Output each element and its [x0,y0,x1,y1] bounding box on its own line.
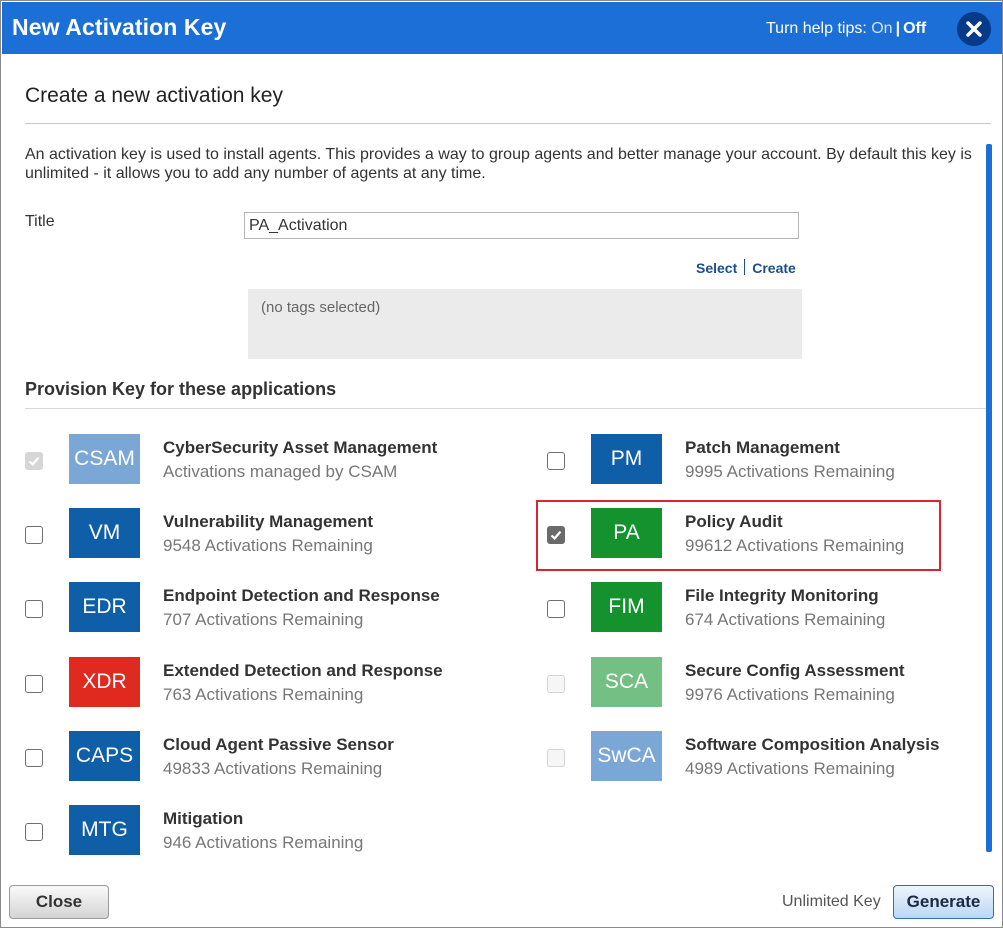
app-badge-vm: VM [69,508,140,558]
checkbox-pm[interactable] [547,452,565,470]
unlimited-key-label: Unlimited Key [782,893,881,910]
app-activations: 9548 Activations Remaining [163,536,373,555]
checkmark-icon [28,456,40,466]
tag-links: Select Create [696,259,796,276]
app-badge-mtg: MTG [69,805,140,855]
app-badge-csam: CSAM [69,434,140,484]
checkbox-csam [25,452,43,470]
app-item-sca: SCA Secure Config Assessment 9976 Activati… [547,657,987,709]
help-tips-off-link[interactable]: Off [903,20,926,37]
app-badge-sca: SCA [591,657,662,707]
help-tips-on-link[interactable]: On [871,20,892,37]
app-name: Extended Detection and Response [163,661,443,680]
app-activations: 707 Activations Remaining [163,610,364,629]
app-badge-pm: PM [591,434,662,484]
close-button[interactable]: Close [9,885,109,919]
help-tips-label: Turn help tips: [766,20,872,37]
app-item-swca: SwCA Software Composition Analysis 4989 Ac… [547,731,987,783]
app-name: Vulnerability Management [163,512,374,531]
new-activation-key-dialog: New Activation Key Turn help tips: On | Of… [0,0,1003,928]
app-activations: 763 Activations Remaining [163,685,364,704]
app-activations: 674 Activations Remaining [685,610,886,629]
app-name: Mitigation [163,809,244,828]
app-item-edr: EDR Endpoint Detection and Response 707 Ac… [25,582,465,634]
tag-links-separator [744,259,746,275]
app-item-mtg: MTG Mitigation 946 Activations Remaining [25,805,465,857]
app-name: Cloud Agent Passive Sensor [163,735,394,754]
divider [25,408,991,409]
close-icon[interactable] [957,12,991,46]
app-badge-swca: SwCA [591,731,662,781]
checkbox-fim[interactable] [547,600,565,618]
app-name: Endpoint Detection and Response [163,586,440,605]
app-badge-caps: CAPS [69,731,140,781]
form-subtitle: Create a new activation key [25,84,283,107]
dialog-header: New Activation Key Turn help tips: On | Of… [2,2,1002,54]
app-badge-edr: EDR [69,582,140,632]
app-name: Patch Management [685,438,840,457]
app-activations: 946 Activations Remaining [163,833,364,852]
selection-highlight-box [536,500,941,571]
title-input[interactable] [244,212,799,239]
app-badge-fim: FIM [591,582,662,632]
form-description: An activation key is used to install age… [25,146,972,182]
app-activations: 49833 Activations Remaining [163,759,383,778]
app-badge-xdr: XDR [69,657,140,707]
dialog-title: New Activation Key [12,14,227,40]
select-tags-link[interactable]: Select [696,260,737,276]
app-item-caps: CAPS Cloud Agent Passive Sensor 49833 Acti… [25,731,465,783]
app-name: File Integrity Monitoring [685,586,879,605]
tags-empty-text: (no tags selected) [261,299,381,316]
generate-button[interactable]: Generate [893,885,994,919]
app-activations: Activations managed by CSAM [163,462,398,481]
checkbox-mtg[interactable] [25,823,43,841]
help-tips-toggle: Turn help tips: On | Off [766,20,926,38]
title-label: Title [25,213,55,230]
provision-heading: Provision Key for these applications [25,379,337,399]
vertical-scrollbar[interactable] [986,144,992,852]
checkbox-vm[interactable] [25,526,43,544]
checkbox-caps[interactable] [25,749,43,767]
app-activations: 9995 Activations Remaining [685,462,895,481]
tags-box[interactable]: (no tags selected) [248,289,802,359]
app-item-xdr: XDR Extended Detection and Response 763 Ac… [25,657,465,709]
app-item-fim: FIM File Integrity Monitoring 674 Activati… [547,582,987,634]
app-activations: 4989 Activations Remaining [685,759,895,778]
app-item-vm: VM Vulnerability Management 9548 Activatio… [25,508,465,560]
checkbox-xdr[interactable] [25,675,43,693]
checkbox-edr[interactable] [25,600,43,618]
app-activations: 9976 Activations Remaining [685,685,895,704]
app-item-pm: PM Patch Management 9995 Activations Remai… [547,434,987,486]
divider [25,123,991,124]
app-name: Software Composition Analysis [685,735,940,754]
create-tag-link[interactable]: Create [752,260,796,276]
checkbox-swca [547,749,565,767]
help-tips-separator: | [895,20,901,37]
app-item-csam: CSAM CyberSecurity Asset Management Activa… [25,434,465,486]
checkbox-sca [547,675,565,693]
app-name: CyberSecurity Asset Management [163,438,438,457]
app-name: Secure Config Assessment [685,661,905,680]
